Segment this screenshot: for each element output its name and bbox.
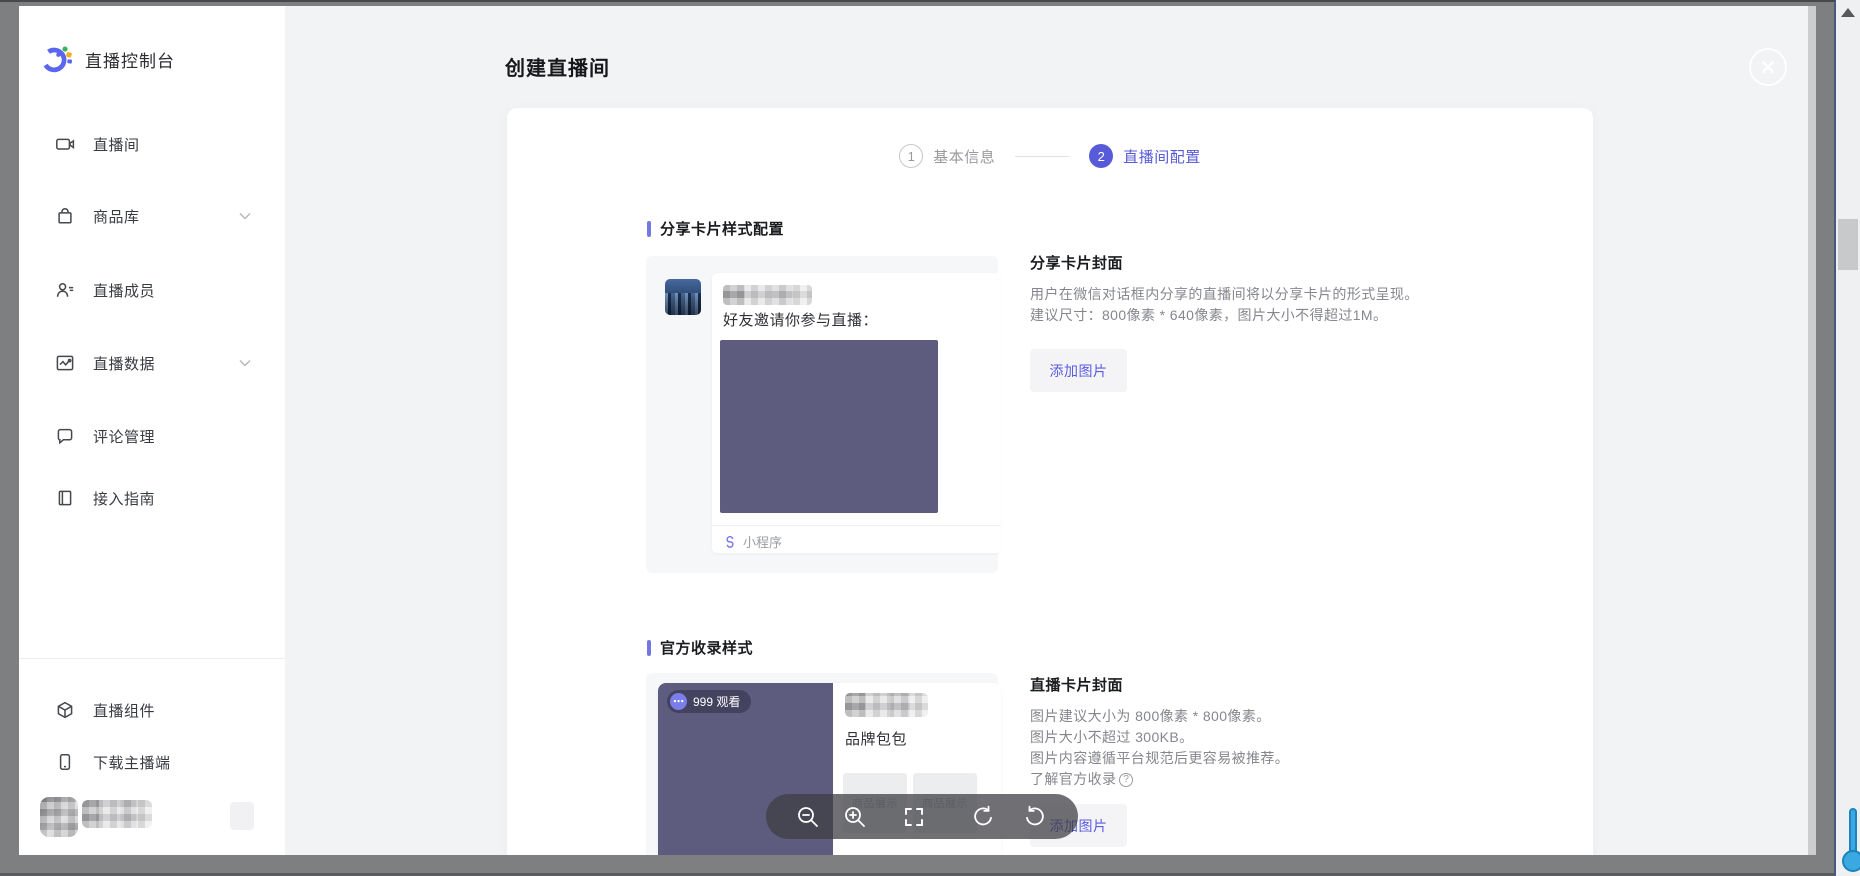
host-scrollbar[interactable]	[1836, 0, 1860, 876]
step-label: 直播间配置	[1123, 146, 1201, 167]
sidebar-item-label: 接入指南	[93, 488, 155, 509]
close-button[interactable]	[1749, 48, 1787, 86]
cursor-indicator	[1840, 808, 1860, 876]
live-title-redacted	[845, 693, 928, 717]
user-avatar	[40, 797, 78, 837]
share-card-preview-panel: 好友邀请你参与直播： 小程序	[646, 256, 998, 573]
remote-screen: 直播控制台 直播间 商品库	[19, 6, 1808, 855]
chart-icon	[55, 353, 75, 373]
miniprogram-footer: 小程序	[723, 532, 782, 551]
sidebar-item-label: 直播组件	[93, 700, 155, 721]
info-line: 图片内容遵循平台规范后更容易被推荐。	[1030, 748, 1510, 769]
sidebar-item-label: 下载主播端	[93, 752, 171, 773]
sidebar-item-live-component[interactable]: 直播组件	[19, 690, 285, 730]
share-cover-placeholder	[720, 340, 938, 513]
invite-text: 好友邀请你参与直播：	[723, 309, 878, 330]
info-line: 建议尺寸：800像素 * 640像素，图片大小不得超过1M。	[1030, 305, 1510, 326]
info-title: 直播卡片封面	[1030, 674, 1510, 695]
info-line: 图片建议大小为 800像素 * 800像素。	[1030, 706, 1510, 727]
step-indicator: 1 基本信息 2 直播间配置	[507, 144, 1593, 168]
sidebar-item-download-anchor-app[interactable]: 下载主播端	[19, 742, 285, 782]
create-live-room-panel: 1 基本信息 2 直播间配置 分享卡片样式配置	[507, 108, 1593, 855]
product-category: 品牌包包	[845, 728, 907, 749]
section-title: 官方收录样式	[660, 637, 753, 658]
sidebar-item-live-room[interactable]: 直播间	[19, 124, 285, 164]
learn-official-listing-link[interactable]: 了解官方收录 ?	[1030, 769, 1133, 790]
close-icon	[1760, 59, 1776, 75]
shopping-bag-icon	[55, 206, 75, 226]
comment-icon	[55, 426, 75, 446]
section-title: 分享卡片样式配置	[660, 218, 784, 239]
fullscreen-button[interactable]	[902, 805, 926, 829]
sidebar-item-label: 直播成员	[93, 280, 155, 301]
chat-name-redacted	[723, 285, 812, 305]
miniprogram-icon	[723, 535, 737, 549]
rotate-right-button[interactable]	[1023, 805, 1047, 829]
scroll-up-arrow-icon	[1841, 8, 1855, 17]
video-camera-icon	[55, 134, 75, 154]
step-connector-line	[1015, 156, 1069, 157]
app-logo-row: 直播控制台	[40, 42, 175, 76]
image-viewer-toolbar	[766, 794, 1078, 839]
section-accent-bar	[647, 221, 651, 237]
cube-icon	[55, 700, 75, 720]
add-share-image-button[interactable]: 添加图片	[1030, 349, 1127, 392]
chat-card-divider	[712, 525, 1001, 526]
sidebar-item-label: 评论管理	[93, 426, 155, 447]
chat-sender-avatar	[665, 279, 701, 315]
sidebar-item-live-members[interactable]: 直播成员	[19, 270, 285, 310]
info-line: 用户在微信对话框内分享的直播间将以分享卡片的形式呈现。	[1030, 284, 1510, 305]
sidebar-item-label: 直播数据	[93, 353, 155, 374]
remote-desktop-frame: 直播控制台 直播间 商品库	[0, 0, 1836, 876]
step-label: 基本信息	[933, 146, 995, 167]
phone-icon	[55, 752, 75, 772]
help-icon: ?	[1119, 773, 1133, 787]
remote-scrollbar[interactable]	[1808, 6, 1816, 855]
sidebar-divider	[19, 658, 285, 659]
viewers-count: 999 观看	[693, 693, 740, 710]
section-share-card-header: 分享卡片样式配置	[647, 218, 784, 239]
section-official-listing-header: 官方收录样式	[647, 637, 753, 658]
guide-book-icon	[55, 488, 75, 508]
sidebar-item-product-library[interactable]: 商品库	[19, 196, 285, 236]
sidebar-item-label: 直播间	[93, 134, 140, 155]
chevron-down-icon	[239, 212, 251, 220]
sidebar-item-label: 商品库	[93, 206, 140, 227]
step-basic-info[interactable]: 1 基本信息	[899, 144, 995, 168]
page-title: 创建直播间	[505, 52, 610, 81]
section-accent-bar	[647, 640, 651, 656]
account-row[interactable]	[19, 786, 285, 848]
info-title: 分享卡片封面	[1030, 252, 1510, 273]
app-logo-icon	[40, 42, 74, 76]
share-card-info: 分享卡片封面 用户在微信对话框内分享的直播间将以分享卡片的形式呈现。 建议尺寸：…	[1030, 252, 1510, 392]
sidebar: 直播控制台 直播间 商品库	[19, 6, 285, 855]
miniprogram-label: 小程序	[743, 532, 782, 551]
app-title: 直播控制台	[85, 47, 175, 72]
step-number: 2	[1089, 144, 1113, 168]
learn-more-label: 了解官方收录	[1030, 769, 1116, 790]
host-scrollbar-thumb[interactable]	[1838, 219, 1858, 270]
zoom-in-button[interactable]	[843, 805, 867, 829]
live-dots-icon: ⋯	[670, 693, 687, 710]
info-line: 图片大小不超过 300KB。	[1030, 727, 1510, 748]
zoom-out-button[interactable]	[796, 805, 820, 829]
sidebar-item-access-guide[interactable]: 接入指南	[19, 478, 285, 518]
step-room-config[interactable]: 2 直播间配置	[1089, 144, 1201, 168]
user-name-redacted	[82, 800, 152, 828]
rotate-left-button[interactable]	[971, 805, 995, 829]
step-number: 1	[899, 144, 923, 168]
sidebar-item-live-data[interactable]: 直播数据	[19, 343, 285, 383]
account-chip-redacted	[230, 802, 254, 830]
scroll-up-button[interactable]	[1836, 4, 1860, 22]
share-chat-card: 好友邀请你参与直播： 小程序	[712, 273, 1001, 553]
main-area: 创建直播间 1 基本信息 2	[285, 6, 1808, 855]
member-icon	[55, 280, 75, 300]
sidebar-item-comment-management[interactable]: 评论管理	[19, 416, 285, 456]
cursor-ball	[1842, 850, 1860, 872]
chevron-down-icon	[239, 359, 251, 367]
viewers-badge: ⋯ 999 观看	[667, 690, 751, 713]
live-card-info: 直播卡片封面 图片建议大小为 800像素 * 800像素。 图片大小不超过 30…	[1030, 674, 1510, 847]
